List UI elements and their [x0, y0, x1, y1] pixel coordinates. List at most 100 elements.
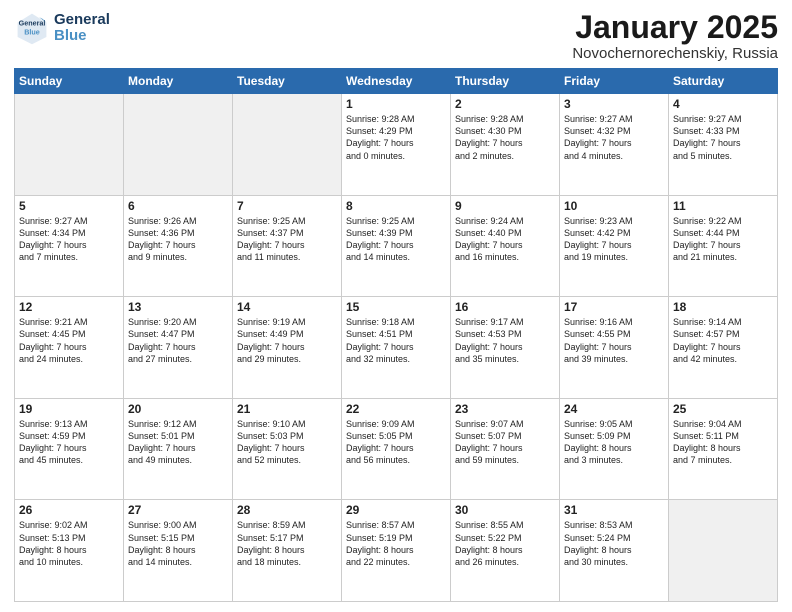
day-info: Sunrise: 9:17 AM Sunset: 4:53 PM Dayligh…: [455, 316, 555, 365]
day-info: Sunrise: 9:00 AM Sunset: 5:15 PM Dayligh…: [128, 519, 228, 568]
day-number: 16: [455, 300, 555, 314]
svg-text:General: General: [19, 18, 46, 27]
calendar-cell: 21 Sunrise: 9:10 AM Sunset: 5:03 PM Dayli…: [233, 398, 342, 500]
day-info: Sunrise: 9:27 AM Sunset: 4:32 PM Dayligh…: [564, 113, 664, 162]
day-info: Sunrise: 8:57 AM Sunset: 5:19 PM Dayligh…: [346, 519, 446, 568]
day-info: Sunrise: 9:16 AM Sunset: 4:55 PM Dayligh…: [564, 316, 664, 365]
day-number: 28: [237, 503, 337, 517]
calendar-week-row: 19Sunrise: 9:13 AM Sunset: 4:59 PM Dayli…: [15, 398, 778, 500]
calendar-cell: 14Sunrise: 9:19 AM Sunset: 4:49 PM Dayli…: [233, 297, 342, 399]
day-info: Sunrise: 9:28 AM Sunset: 4:30 PM Dayligh…: [455, 113, 555, 162]
day-info: Sunrise: 9:07 AM Sunset: 5:07 PM Dayligh…: [455, 418, 555, 467]
calendar-cell: 23 Sunrise: 9:07 AM Sunset: 5:07 PM Dayli…: [451, 398, 560, 500]
day-number: 18: [673, 300, 773, 314]
day-info: Sunrise: 9:27 AM Sunset: 4:33 PM Dayligh…: [673, 113, 773, 162]
calendar-cell: 20 Sunrise: 9:12 AM Sunset: 5:01 PM Dayli…: [124, 398, 233, 500]
calendar-cell: [233, 94, 342, 196]
day-number: 4: [673, 97, 773, 111]
calendar-cell: 11Sunrise: 9:22 AM Sunset: 4:44 PM Dayli…: [669, 195, 778, 297]
day-info: Sunrise: 9:21 AM Sunset: 4:45 PM Dayligh…: [19, 316, 119, 365]
day-number: 22: [346, 402, 446, 416]
day-info: Sunrise: 9:04 AM Sunset: 5:11 PM Dayligh…: [673, 418, 773, 467]
calendar-table: SundayMondayTuesdayWednesdayThursdayFrid…: [14, 68, 778, 602]
day-number: 26: [19, 503, 119, 517]
day-number: 21: [237, 402, 337, 416]
month-title: January 2025: [572, 10, 778, 45]
day-info: Sunrise: 9:20 AM Sunset: 4:47 PM Dayligh…: [128, 316, 228, 365]
day-number: 12: [19, 300, 119, 314]
calendar-cell: 3Sunrise: 9:27 AM Sunset: 4:32 PM Daylig…: [560, 94, 669, 196]
weekday-header: Wednesday: [342, 69, 451, 94]
day-info: Sunrise: 9:25 AM Sunset: 4:39 PM Dayligh…: [346, 215, 446, 264]
calendar-cell: 12 Sunrise: 9:21 AM Sunset: 4:45 PM Dayli…: [15, 297, 124, 399]
day-number: 9: [455, 199, 555, 213]
calendar-cell: 10Sunrise: 9:23 AM Sunset: 4:42 PM Dayli…: [560, 195, 669, 297]
day-info: Sunrise: 9:28 AM Sunset: 4:29 PM Dayligh…: [346, 113, 446, 162]
weekday-header: Tuesday: [233, 69, 342, 94]
weekday-header-row: SundayMondayTuesdayWednesdayThursdayFrid…: [15, 69, 778, 94]
day-number: 27: [128, 503, 228, 517]
calendar-cell: 5Sunrise: 9:27 AM Sunset: 4:34 PM Daylig…: [15, 195, 124, 297]
day-number: 25: [673, 402, 773, 416]
day-info: Sunrise: 9:02 AM Sunset: 5:13 PM Dayligh…: [19, 519, 119, 568]
calendar-cell: 18 Sunrise: 9:14 AM Sunset: 4:57 PM Dayli…: [669, 297, 778, 399]
location-title: Novochernorechenskiy, Russia: [572, 45, 778, 62]
day-number: 8: [346, 199, 446, 213]
calendar-cell: 24Sunrise: 9:05 AM Sunset: 5:09 PM Dayli…: [560, 398, 669, 500]
calendar-cell: [15, 94, 124, 196]
title-block: January 2025 Novochernorechenskiy, Russi…: [572, 10, 778, 62]
calendar-week-row: 26 Sunrise: 9:02 AM Sunset: 5:13 PM Dayli…: [15, 500, 778, 602]
calendar-cell: 2Sunrise: 9:28 AM Sunset: 4:30 PM Daylig…: [451, 94, 560, 196]
calendar-cell: 9 Sunrise: 9:24 AM Sunset: 4:40 PM Daylig…: [451, 195, 560, 297]
weekday-header: Monday: [124, 69, 233, 94]
day-number: 19: [19, 402, 119, 416]
calendar-week-row: 12 Sunrise: 9:21 AM Sunset: 4:45 PM Dayli…: [15, 297, 778, 399]
calendar-cell: 30 Sunrise: 8:55 AM Sunset: 5:22 PM Dayli…: [451, 500, 560, 602]
weekday-header: Thursday: [451, 69, 560, 94]
day-info: Sunrise: 9:12 AM Sunset: 5:01 PM Dayligh…: [128, 418, 228, 467]
calendar-cell: 27 Sunrise: 9:00 AM Sunset: 5:15 PM Dayli…: [124, 500, 233, 602]
calendar-cell: 1Sunrise: 9:28 AM Sunset: 4:29 PM Daylig…: [342, 94, 451, 196]
calendar-cell: [669, 500, 778, 602]
calendar-cell: 28 Sunrise: 8:59 AM Sunset: 5:17 PM Dayli…: [233, 500, 342, 602]
day-number: 6: [128, 199, 228, 213]
day-number: 20: [128, 402, 228, 416]
day-number: 30: [455, 503, 555, 517]
calendar-cell: 25 Sunrise: 9:04 AM Sunset: 5:11 PM Dayli…: [669, 398, 778, 500]
day-info: Sunrise: 9:27 AM Sunset: 4:34 PM Dayligh…: [19, 215, 119, 264]
calendar-cell: [124, 94, 233, 196]
calendar-cell: 19Sunrise: 9:13 AM Sunset: 4:59 PM Dayli…: [15, 398, 124, 500]
calendar-cell: 26 Sunrise: 9:02 AM Sunset: 5:13 PM Dayli…: [15, 500, 124, 602]
logo-line2: Blue: [54, 28, 110, 45]
calendar-cell: 15Sunrise: 9:18 AM Sunset: 4:51 PM Dayli…: [342, 297, 451, 399]
day-number: 11: [673, 199, 773, 213]
calendar-cell: 7 Sunrise: 9:25 AM Sunset: 4:37 PM Daylig…: [233, 195, 342, 297]
calendar-cell: 8 Sunrise: 9:25 AM Sunset: 4:39 PM Daylig…: [342, 195, 451, 297]
day-number: 23: [455, 402, 555, 416]
day-info: Sunrise: 9:14 AM Sunset: 4:57 PM Dayligh…: [673, 316, 773, 365]
header: General Blue General Blue January 2025 N…: [14, 10, 778, 62]
day-info: Sunrise: 8:59 AM Sunset: 5:17 PM Dayligh…: [237, 519, 337, 568]
calendar-cell: 29 Sunrise: 8:57 AM Sunset: 5:19 PM Dayli…: [342, 500, 451, 602]
weekday-header: Friday: [560, 69, 669, 94]
weekday-header: Saturday: [669, 69, 778, 94]
day-number: 14: [237, 300, 337, 314]
day-number: 29: [346, 503, 446, 517]
day-info: Sunrise: 8:55 AM Sunset: 5:22 PM Dayligh…: [455, 519, 555, 568]
day-info: Sunrise: 9:25 AM Sunset: 4:37 PM Dayligh…: [237, 215, 337, 264]
calendar-cell: 13 Sunrise: 9:20 AM Sunset: 4:47 PM Dayli…: [124, 297, 233, 399]
day-number: 7: [237, 199, 337, 213]
day-number: 15: [346, 300, 446, 314]
day-info: Sunrise: 9:09 AM Sunset: 5:05 PM Dayligh…: [346, 418, 446, 467]
calendar-cell: 4 Sunrise: 9:27 AM Sunset: 4:33 PM Daylig…: [669, 94, 778, 196]
calendar-cell: 6Sunrise: 9:26 AM Sunset: 4:36 PM Daylig…: [124, 195, 233, 297]
day-number: 13: [128, 300, 228, 314]
svg-text:Blue: Blue: [24, 27, 40, 36]
day-info: Sunrise: 9:10 AM Sunset: 5:03 PM Dayligh…: [237, 418, 337, 467]
logo-icon: General Blue: [14, 10, 50, 46]
logo: General Blue General Blue: [14, 10, 110, 46]
calendar-week-row: 1Sunrise: 9:28 AM Sunset: 4:29 PM Daylig…: [15, 94, 778, 196]
calendar-cell: 17Sunrise: 9:16 AM Sunset: 4:55 PM Dayli…: [560, 297, 669, 399]
day-info: Sunrise: 8:53 AM Sunset: 5:24 PM Dayligh…: [564, 519, 664, 568]
day-info: Sunrise: 9:24 AM Sunset: 4:40 PM Dayligh…: [455, 215, 555, 264]
